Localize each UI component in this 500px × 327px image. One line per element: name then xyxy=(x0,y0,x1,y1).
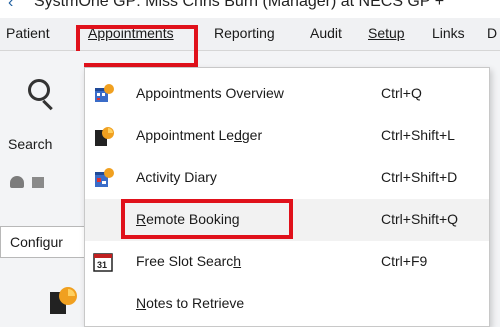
menu-item-label: Appointments Overview xyxy=(136,85,284,101)
menu-appointments[interactable]: Appointments xyxy=(88,25,174,41)
menu-item-shortcut: Ctrl+Shift+L xyxy=(381,127,455,143)
menu-item-free-slot-search[interactable]: 31 Free Slot Search Ctrl+F9 xyxy=(85,241,489,283)
person-icon[interactable] xyxy=(10,176,24,188)
menu-patient[interactable]: Patient xyxy=(6,25,50,41)
menu-item-label: Appointment Ledger xyxy=(136,127,263,143)
menu-audit[interactable]: Audit xyxy=(310,25,342,41)
calendar-day-number: 31 xyxy=(97,260,107,270)
configure-label: Configur xyxy=(10,234,63,250)
menu-setup[interactable]: Setup xyxy=(368,25,405,41)
menu-item-activity-diary[interactable]: Activity Diary Ctrl+Shift+D xyxy=(85,157,489,199)
search-icon-handle xyxy=(42,99,53,111)
menu-more[interactable]: D xyxy=(487,25,497,41)
appointments-menu: Appointments Overview Ctrl+Q Appointment… xyxy=(84,67,490,327)
search-icon[interactable] xyxy=(28,79,50,101)
toolbar-area: Search Configur xyxy=(0,51,84,317)
menu-item-label: Remote Booking xyxy=(136,211,240,227)
menu-item-label: Activity Diary xyxy=(136,169,217,185)
menu-item-appointment-ledger[interactable]: Appointment Ledger Ctrl+Shift+L xyxy=(85,115,489,157)
menu-item-label: Free Slot Search xyxy=(136,253,242,269)
back-arrow-icon[interactable]: ‹ xyxy=(8,0,13,12)
window-titlebar: ‹ SystmOne GP: Miss Chris Burn (Manager)… xyxy=(0,0,500,18)
menu-item-appointments-overview[interactable]: Appointments Overview Ctrl+Q xyxy=(85,73,489,115)
menu-item-label: Notes to Retrieve xyxy=(136,295,245,311)
menu-item-shortcut: Ctrl+Q xyxy=(381,85,422,101)
grid-icon[interactable] xyxy=(32,177,44,188)
configure-field[interactable]: Configur xyxy=(0,226,84,258)
appointments-overview-icon xyxy=(95,84,114,102)
menu-item-shortcut: Ctrl+Shift+Q xyxy=(381,211,459,227)
menu-reporting[interactable]: Reporting xyxy=(214,25,275,41)
appointment-ledger-icon[interactable] xyxy=(48,286,78,316)
appointment-ledger-icon xyxy=(95,127,114,146)
activity-diary-icon xyxy=(95,168,114,187)
window-title: SystmOne GP: Miss Chris Burn (Manager) a… xyxy=(34,0,445,10)
menu-links[interactable]: Links xyxy=(432,25,465,41)
menu-item-remote-booking[interactable]: Remote Booking Ctrl+Shift+Q xyxy=(85,199,489,241)
menu-bar: Patient Appointments Reporting Audit Set… xyxy=(0,18,500,51)
menu-appointments-label: Appointments xyxy=(88,25,174,41)
calendar-31-icon: 31 xyxy=(93,253,113,272)
menu-item-shortcut: Ctrl+F9 xyxy=(381,253,428,269)
menu-item-notes-to-retrieve[interactable]: Notes to Retrieve xyxy=(85,283,489,325)
menu-item-shortcut: Ctrl+Shift+D xyxy=(381,169,458,185)
menu-setup-label: Setup xyxy=(368,25,405,41)
search-label[interactable]: Search xyxy=(8,136,52,152)
